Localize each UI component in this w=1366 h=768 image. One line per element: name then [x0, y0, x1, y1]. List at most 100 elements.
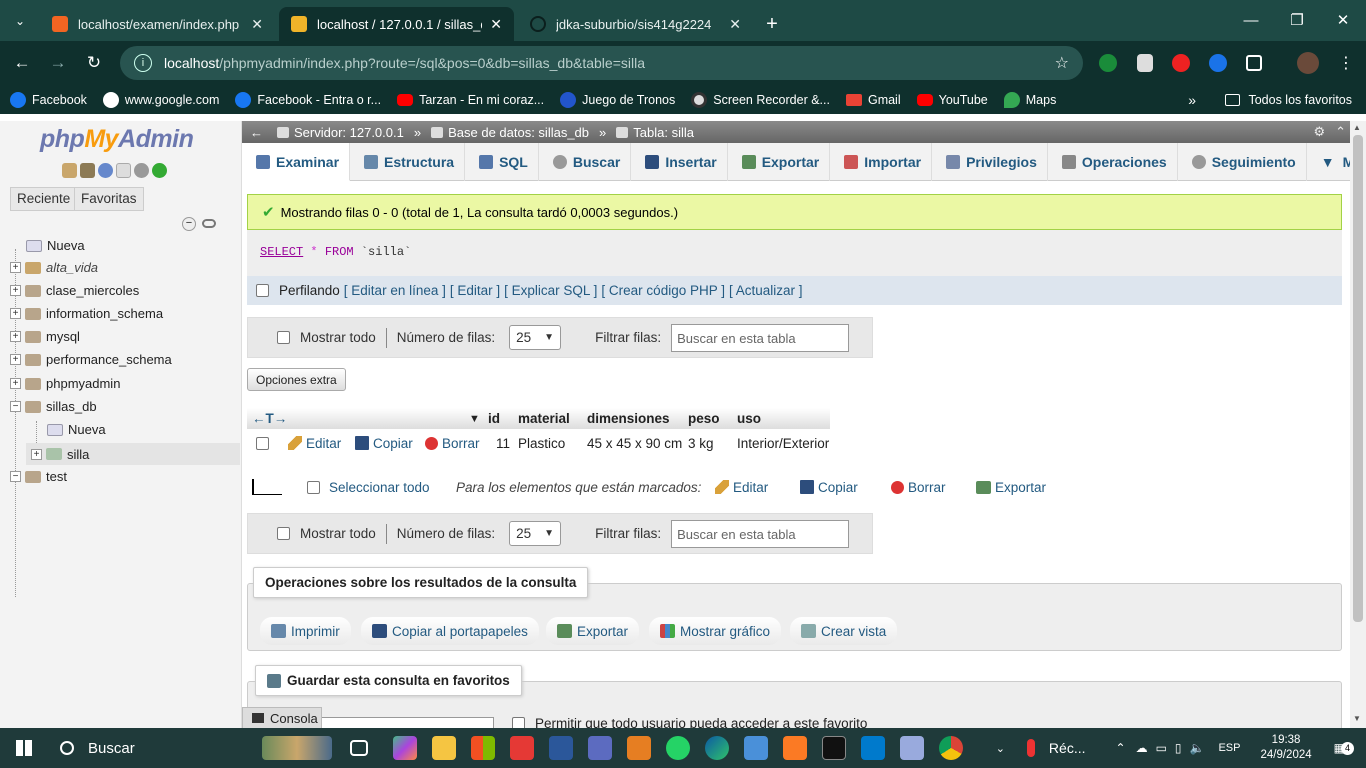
print-button[interactable]: Imprimir [260, 617, 351, 645]
create-php-code-link[interactable]: [ Crear código PHP ] [601, 283, 725, 298]
extension-shazam-icon[interactable] [1209, 54, 1227, 72]
bookmark-screen-recorder[interactable]: Screen Recorder &... [691, 91, 830, 108]
all-bookmarks-button[interactable]: Todos los favoritos [1225, 93, 1352, 107]
sql-keyword-select[interactable]: SELECT [260, 245, 303, 259]
tree-db-sillas-db[interactable]: − sillas_db [10, 399, 250, 414]
collapse-top-icon[interactable]: ⌃ [1335, 124, 1346, 140]
back-arrow-icon[interactable]: ← [250, 125, 263, 140]
browser-tab-examen[interactable]: localhost/examen/index.php ✕ [40, 7, 275, 41]
minimize-icon[interactable]: — [1228, 0, 1274, 40]
task-view-icon[interactable] [350, 740, 368, 756]
permit-all-checkbox[interactable] [512, 717, 525, 728]
volume-icon[interactable]: 🔈 [1190, 741, 1205, 755]
tab-exportar[interactable]: Exportar [728, 143, 831, 181]
tree-db-mysql[interactable]: + mysql [10, 329, 250, 344]
chevron-up-icon[interactable]: ⌃ [1116, 741, 1126, 755]
browser-tab-phpmyadmin[interactable]: localhost / 127.0.0.1 / sillas_db / ✕ [279, 7, 514, 41]
cell-dimensiones[interactable]: 45 x 45 x 90 cm [587, 436, 682, 451]
word-icon[interactable] [549, 736, 573, 760]
scroll-up-icon[interactable]: ▲ [1353, 123, 1361, 132]
breadcrumb-database[interactable]: Base de datos: sillas_db [448, 125, 589, 140]
notifications-button[interactable]: ▦ 4 [1334, 741, 1354, 755]
tab-buscar[interactable]: Buscar [539, 143, 632, 181]
notepad-icon[interactable] [900, 736, 924, 760]
restore-icon[interactable]: ❐ [1274, 0, 1320, 40]
browser-tab-github[interactable]: jdka-suburbio/sis414g2224 ✕ [518, 7, 753, 41]
weather-label[interactable]: Réc... [1049, 740, 1086, 756]
tree-db-alta-vida[interactable]: + alta_vida [10, 260, 250, 275]
network-icon[interactable]: ▭ [1156, 741, 1167, 755]
expand-icon[interactable]: + [10, 262, 21, 273]
explain-sql-link[interactable]: [ Explicar SQL ] [504, 283, 597, 298]
bookmark-maps[interactable]: Maps [1003, 91, 1056, 108]
bookmark-facebook-login[interactable]: Facebook - Entra o r... [235, 91, 381, 108]
tab-examinar[interactable]: Examinar [242, 143, 351, 181]
bookmark-youtube[interactable]: YouTube [916, 93, 988, 107]
forward-arrow-icon[interactable]: → [40, 53, 76, 73]
terminal-icon[interactable] [822, 736, 846, 760]
copy-clipboard-button[interactable]: Copiar al portapapeles [361, 617, 539, 645]
row-delete-button[interactable]: Borrar [425, 436, 480, 451]
tab-estructura[interactable]: Estructura [350, 143, 466, 181]
collapse-icon[interactable]: − [10, 401, 21, 412]
bookmark-gmail[interactable]: Gmail [845, 93, 901, 107]
row-edit-button[interactable]: Editar [288, 435, 341, 451]
bulk-copy-button[interactable]: Copiar [800, 479, 858, 495]
rows-select[interactable]: 25 ▼ [509, 521, 562, 546]
phpmyadmin-logo[interactable]: phpMyAdmin [40, 125, 194, 154]
url-bar[interactable]: i localhost/phpmyadmin/index.php?route=/… [120, 46, 1083, 80]
breadcrumb-server[interactable]: Servidor: 127.0.0.1 [294, 125, 404, 140]
extension-green-icon[interactable] [1099, 54, 1117, 72]
expand-icon[interactable]: + [10, 285, 21, 296]
tree-db-information-schema[interactable]: + information_schema [10, 306, 250, 321]
row-copy-button[interactable]: Copiar [355, 435, 413, 451]
collapse-icon[interactable]: − [10, 471, 21, 482]
docs-icon[interactable] [116, 163, 131, 178]
filter-rows-input[interactable]: Buscar en esta tabla [671, 519, 850, 548]
bookmark-google[interactable]: www.google.com [102, 91, 219, 108]
column-header-id[interactable]: id [488, 411, 500, 426]
profile-avatar[interactable] [1297, 52, 1319, 74]
microsoft-store-icon[interactable] [471, 736, 495, 760]
clock[interactable]: 19:38 24/9/2024 [1260, 733, 1311, 763]
bookmark-juego-de-tronos[interactable]: Juego de Tronos [560, 91, 675, 108]
vscode-icon[interactable] [861, 736, 885, 760]
tab-search-chevron-icon[interactable]: ⌄ [0, 0, 40, 41]
back-arrow-icon[interactable]: ← [4, 53, 40, 73]
column-header-dimensiones[interactable]: dimensiones [587, 411, 670, 426]
cell-id[interactable]: 11 [496, 436, 510, 451]
bookmark-label-input[interactable] [318, 717, 494, 728]
search-highlight-image[interactable] [262, 736, 332, 760]
create-view-button[interactable]: Crear vista [790, 617, 898, 645]
logout-icon[interactable] [80, 163, 95, 178]
browser-menu-icon[interactable]: ⋮ [1338, 53, 1354, 73]
tab-seguimiento[interactable]: Seguimiento [1178, 143, 1307, 181]
reload-nav-icon[interactable] [152, 163, 167, 178]
tools-icon[interactable] [627, 736, 651, 760]
tree-table-silla[interactable]: + silla [26, 443, 240, 465]
input-language[interactable]: ESP [1218, 742, 1240, 754]
bookmark-facebook[interactable]: Facebook [10, 91, 87, 108]
extension-shield-icon[interactable] [1137, 54, 1153, 72]
anydesk-icon[interactable] [510, 736, 534, 760]
edit-link[interactable]: [ Editar ] [450, 283, 500, 298]
rows-select[interactable]: 25 ▼ [509, 325, 562, 350]
column-header-material[interactable]: material [518, 411, 570, 426]
tree-db-phpmyadmin[interactable]: + phpmyadmin [10, 376, 250, 391]
select-all-label[interactable]: Seleccionar todo [329, 480, 430, 495]
recent-tab[interactable]: Reciente [10, 187, 78, 211]
expand-icon[interactable]: + [10, 331, 21, 342]
scroll-down-icon[interactable]: ▼ [1353, 714, 1361, 723]
copilot-icon[interactable] [393, 736, 417, 760]
close-tab-icon[interactable]: ✕ [490, 16, 502, 33]
tree-db-test[interactable]: − test [10, 469, 250, 484]
page-scrollbar[interactable]: ▲ ▼ [1350, 121, 1366, 728]
edge-icon[interactable] [705, 736, 729, 760]
extension-red-icon[interactable] [1172, 54, 1190, 72]
favorites-tab[interactable]: Favoritas [74, 187, 144, 211]
breadcrumb-table[interactable]: Tabla: silla [633, 125, 694, 140]
help-icon[interactable] [98, 163, 113, 178]
select-all-checkbox[interactable] [307, 480, 320, 494]
column-header-peso[interactable]: peso [688, 411, 720, 426]
calculator-icon[interactable] [588, 736, 612, 760]
